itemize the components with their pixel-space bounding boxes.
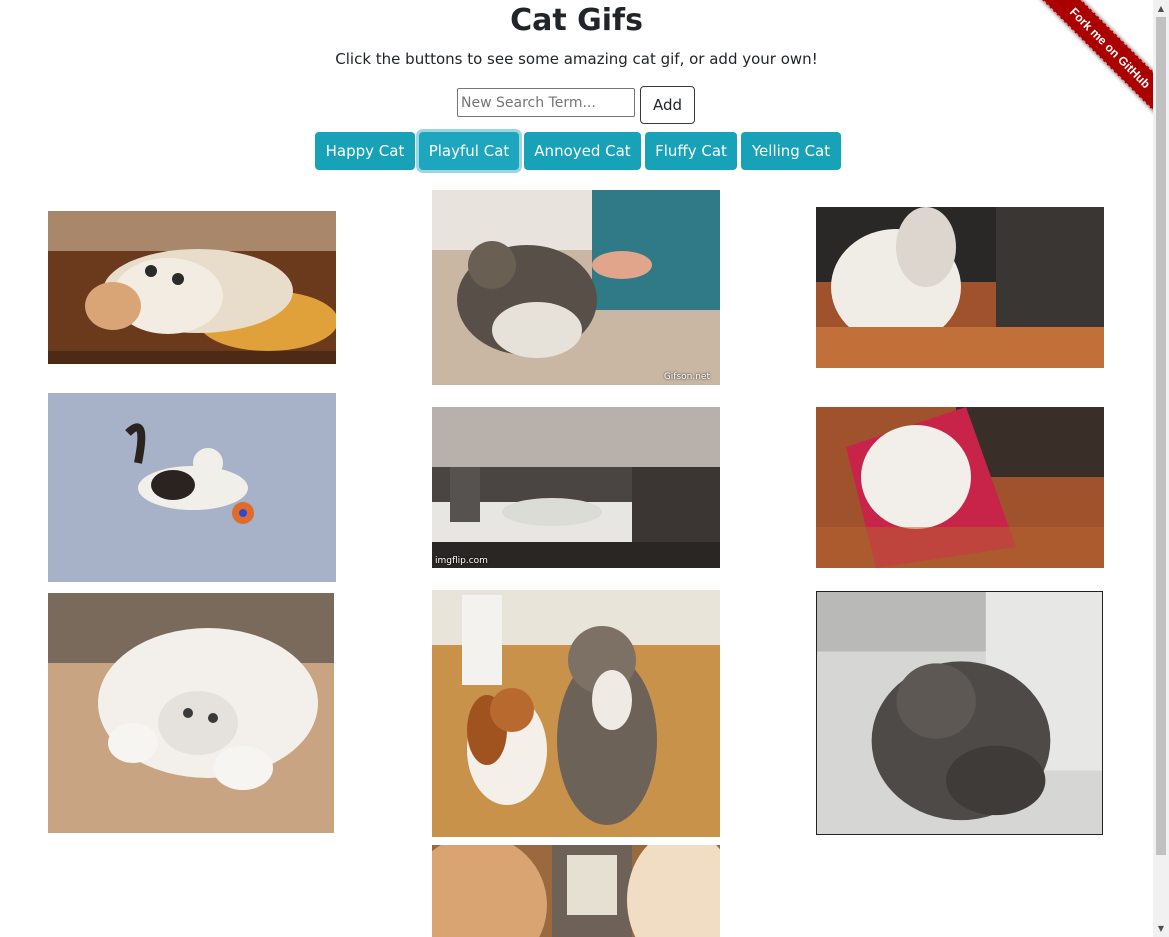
cat-gif[interactable] xyxy=(48,393,336,582)
topic-button-annoyed-cat[interactable]: Annoyed Cat xyxy=(524,132,641,170)
add-button[interactable]: Add xyxy=(640,86,695,124)
topic-button-fluffy-cat[interactable]: Fluffy Cat xyxy=(645,132,737,170)
cat-gif[interactable] xyxy=(816,407,1104,568)
cat-gif[interactable] xyxy=(816,591,1103,835)
page: Cat Gifs Click the buttons to see some a… xyxy=(0,0,1153,937)
page-subtitle: Click the buttons to see some amazing ca… xyxy=(335,50,818,68)
search-input[interactable] xyxy=(457,88,635,117)
topic-button-playful-cat[interactable]: Playful Cat xyxy=(419,132,519,170)
cat-gif[interactable] xyxy=(48,211,336,364)
cat-gif[interactable]: Gifson.net xyxy=(432,190,720,385)
cat-gif[interactable] xyxy=(816,207,1104,368)
gif-watermark: imgflip.com xyxy=(435,556,488,566)
topic-buttons: Happy Cat Playful Cat Annoyed Cat Fluffy… xyxy=(0,132,1153,170)
page-title: Cat Gifs xyxy=(510,3,643,38)
cat-gif[interactable] xyxy=(48,593,334,833)
cat-gif[interactable]: imgflip.com xyxy=(432,407,720,568)
gif-watermark: Gifson.net xyxy=(663,372,710,382)
topic-button-yelling-cat[interactable]: Yelling Cat xyxy=(741,132,841,170)
fork-me-on-github-link[interactable]: Fork me on GitHub xyxy=(1032,0,1153,126)
scroll-down-arrow-icon[interactable]: ▼ xyxy=(1153,920,1169,937)
github-ribbon-container: Fork me on GitHub xyxy=(1016,0,1153,137)
cat-gif[interactable] xyxy=(432,590,720,837)
topic-button-happy-cat[interactable]: Happy Cat xyxy=(315,132,415,170)
scrollbar-thumb[interactable] xyxy=(1156,17,1166,855)
scroll-up-arrow-icon[interactable]: ▲ xyxy=(1153,0,1169,17)
cat-gif[interactable] xyxy=(432,845,720,937)
vertical-scrollbar[interactable]: ▲ ▼ xyxy=(1153,0,1169,937)
